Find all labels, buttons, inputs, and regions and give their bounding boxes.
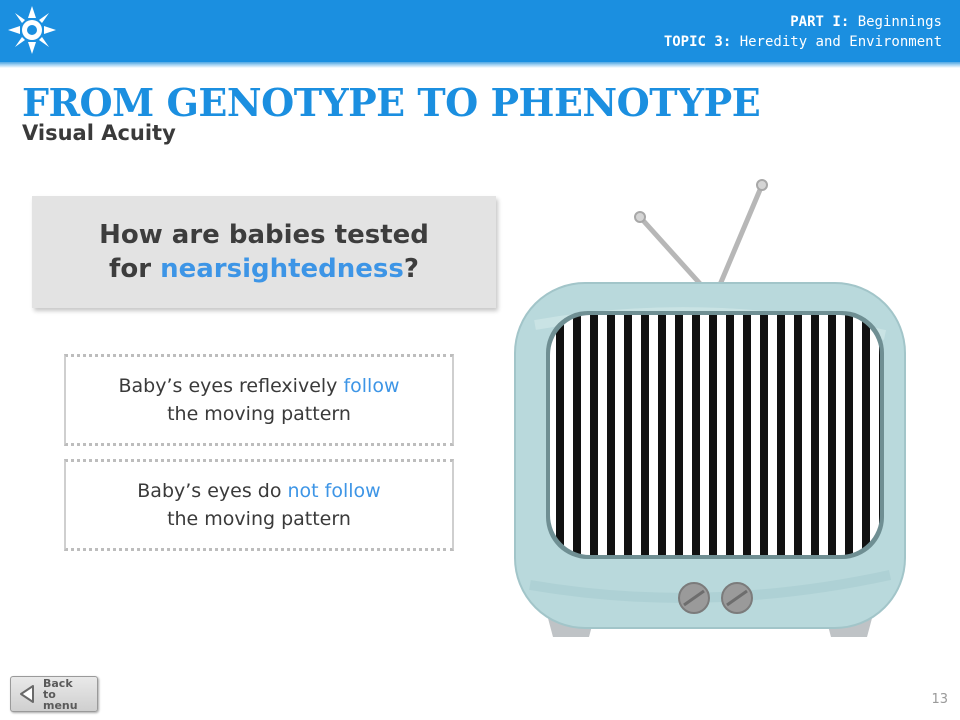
answer-line-1: Baby’s eyes reflexively follow <box>119 372 400 400</box>
answer-prefix: Baby’s eyes reflexively <box>118 375 344 397</box>
page-number: 13 <box>931 692 948 707</box>
back-to-menu-button[interactable]: Back to menu <box>10 676 98 712</box>
tv-illustration <box>514 179 906 637</box>
answer-line-2: the moving pattern <box>167 403 351 425</box>
course-breadcrumb: PART I: Beginnings TOPIC 3: Heredity and… <box>664 12 942 52</box>
answer-highlight: not follow <box>287 480 381 502</box>
topic-title: Heredity and Environment <box>739 34 942 50</box>
question-highlight: nearsightedness <box>160 254 404 284</box>
page-subtitle: Visual Acuity <box>22 121 176 145</box>
answer-highlight: follow <box>343 375 400 397</box>
part-label: PART I: <box>790 14 850 30</box>
back-button-label: Back to menu <box>43 676 78 712</box>
sun-icon <box>8 6 56 54</box>
tv-knob <box>721 582 753 614</box>
answer-line-1: Baby’s eyes do not follow <box>137 477 380 505</box>
answer-option-not-follow[interactable]: Baby’s eyes do not follow the moving pat… <box>64 459 454 551</box>
answer-text: Baby’s eyes reflexively follow the movin… <box>119 372 400 428</box>
topic-line: TOPIC 3: Heredity and Environment <box>664 32 942 52</box>
question-text: How are babies tested for nearsightednes… <box>99 218 429 286</box>
question-line-1: How are babies tested <box>99 220 429 250</box>
part-title: Beginnings <box>857 14 942 30</box>
answer-option-follow[interactable]: Baby’s eyes reflexively follow the movin… <box>64 354 454 446</box>
page-title: FROM GENOTYPE TO PHENOTYPE <box>22 80 761 125</box>
tv-knob <box>678 582 710 614</box>
triangle-left-icon <box>20 685 34 703</box>
part-line: PART I: Beginnings <box>664 12 942 32</box>
answer-text: Baby’s eyes do not follow the moving pat… <box>137 477 380 533</box>
header-banner: PART I: Beginnings TOPIC 3: Heredity and… <box>0 0 960 68</box>
question-line-2: for nearsightedness? <box>99 252 429 286</box>
topic-label: TOPIC 3: <box>663 34 732 50</box>
question-prefix: for <box>109 254 161 284</box>
answer-line-2: the moving pattern <box>167 508 351 530</box>
question-suffix: ? <box>403 254 419 284</box>
question-card: How are babies tested for nearsightednes… <box>32 196 496 308</box>
answer-prefix: Baby’s eyes do <box>137 480 288 502</box>
